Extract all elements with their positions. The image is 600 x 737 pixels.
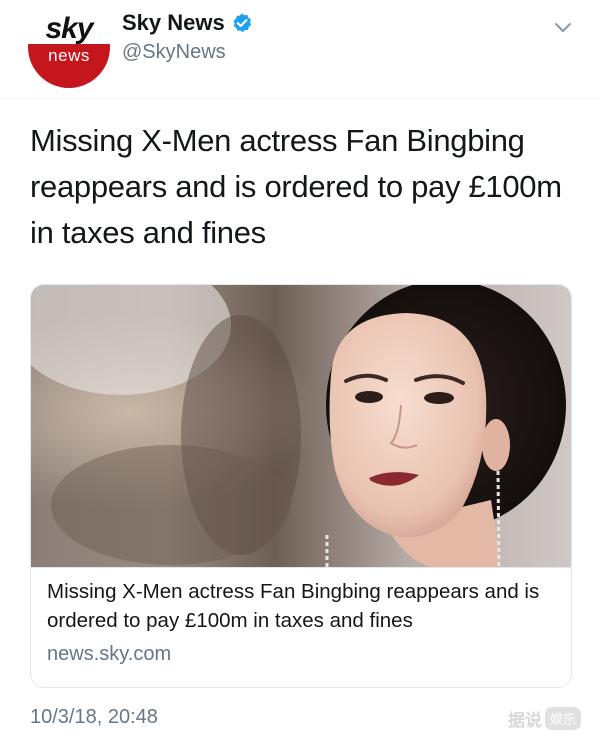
card-title: Missing X-Men actress Fan Bingbing reapp… xyxy=(47,580,540,632)
card-photo xyxy=(31,285,571,567)
timestamp[interactable]: 10/3/18, 20:48 xyxy=(30,706,158,729)
verified-badge-icon xyxy=(233,13,251,33)
chevron-down-icon[interactable] xyxy=(552,16,574,38)
card-image xyxy=(31,285,571,567)
display-name[interactable]: Sky News xyxy=(122,10,225,36)
tweet-text: Missing X-Men actress Fan Bingbing reapp… xyxy=(30,123,562,250)
logo-news-text: news xyxy=(48,46,90,65)
handle[interactable]: @SkyNews xyxy=(122,41,226,64)
tweet: sky news Sky News @SkyNews Missing X-Men… xyxy=(0,0,600,737)
link-card[interactable]: Missing X-Men actress Fan Bingbing reapp… xyxy=(30,284,572,688)
header-divider xyxy=(0,98,600,99)
logo-sky-text: sky xyxy=(45,12,93,45)
avatar-logo-top: sky xyxy=(28,6,110,44)
card-separator xyxy=(31,567,571,568)
name-row: Sky News xyxy=(122,10,253,36)
watermark-text: 据说 xyxy=(508,711,542,731)
watermark: 据说 娱乐 xyxy=(508,706,582,731)
avatar-logo-bottom: news xyxy=(28,44,110,88)
card-domain: news.sky.com xyxy=(47,643,172,665)
avatar[interactable]: sky news xyxy=(28,6,110,88)
watermark-badge: 娱乐 xyxy=(545,707,582,730)
